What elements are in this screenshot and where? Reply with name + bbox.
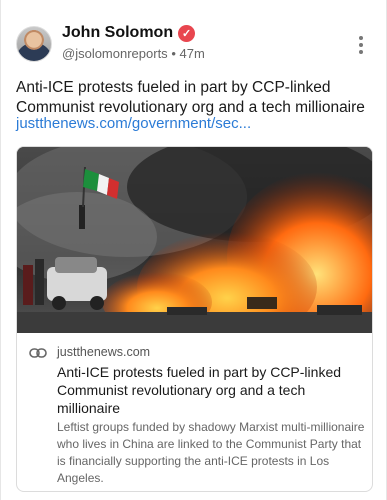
author-name-row: John Solomon ✓ <box>62 24 196 42</box>
post-card: John Solomon ✓ @jsolomonreports • 47m An… <box>0 0 387 500</box>
link-title[interactable]: Anti-ICE protests fueled in part by CCP-… <box>57 363 362 417</box>
author-avatar[interactable] <box>16 26 52 62</box>
post-header: John Solomon ✓ @jsolomonreports • 47m <box>16 22 374 66</box>
link-icon <box>29 348 47 358</box>
link-domain: justthenews.com <box>57 345 151 359</box>
verified-badge-icon: ✓ <box>178 24 196 42</box>
more-options-icon[interactable] <box>358 36 364 54</box>
author-handle[interactable]: @jsolomonreports <box>62 46 168 61</box>
link-preview-card[interactable]: justthenews.com Anti-ICE protests fueled… <box>16 146 373 492</box>
meta-separator: • <box>171 46 176 61</box>
post-text: Anti-ICE protests fueled in part by CCP-… <box>16 79 365 116</box>
post-time[interactable]: 47m <box>180 46 205 61</box>
post-link[interactable]: justthenews.com/government/sec... <box>16 115 251 132</box>
link-description: Leftist groups funded by shadowy Marxist… <box>57 420 365 485</box>
post-meta: @jsolomonreports • 47m <box>62 46 205 61</box>
link-preview-body: justthenews.com Anti-ICE protests fueled… <box>17 333 372 491</box>
link-preview-image[interactable] <box>17 147 372 333</box>
author-name[interactable]: John Solomon <box>62 24 173 42</box>
